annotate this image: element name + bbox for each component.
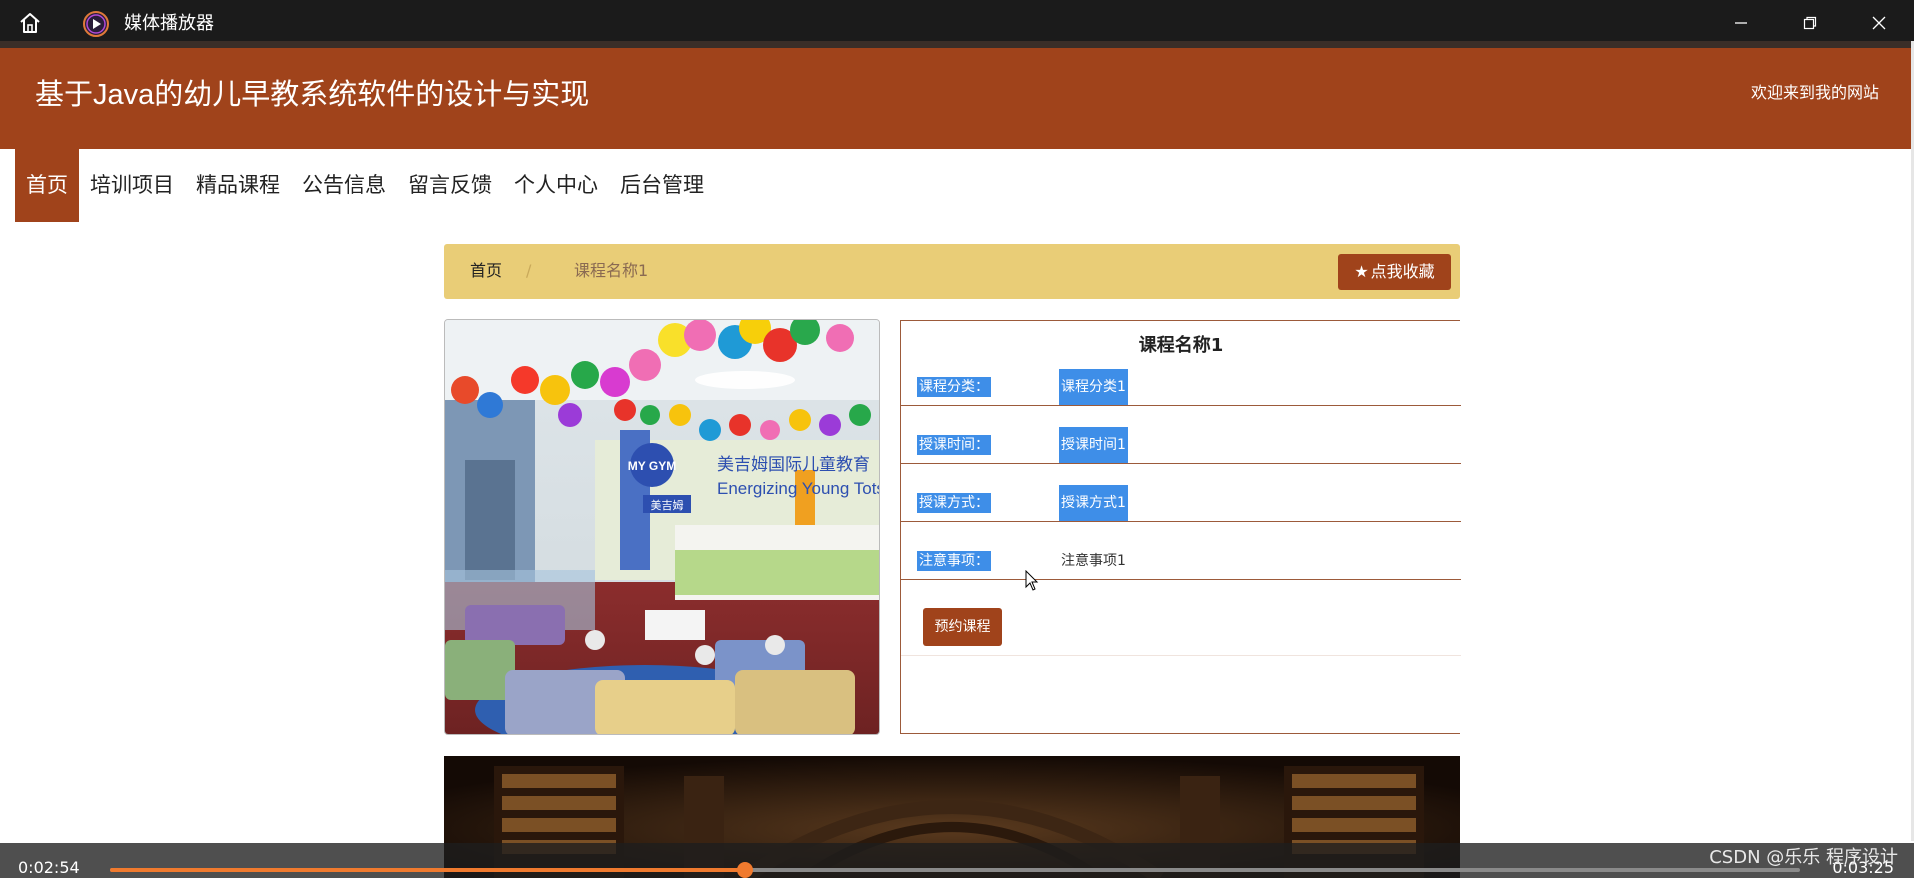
- close-button[interactable]: [1856, 6, 1902, 40]
- mouse-cursor-icon: [1025, 570, 1039, 591]
- site-title: 基于Java的幼儿早教系统软件的设计与实现: [35, 79, 590, 111]
- welcome-text: 欢迎来到我的网站: [1750, 83, 1879, 102]
- home-icon[interactable]: [16, 9, 44, 37]
- favorite-button-label: 点我收藏: [1370, 262, 1435, 281]
- image-brand-text: MY GYM: [628, 459, 676, 473]
- close-icon: [1872, 16, 1886, 30]
- breadcrumb: 首页 / 课程名称1 ★ 点我收藏: [444, 244, 1460, 299]
- nav-item-profile[interactable]: 个人中心: [503, 149, 609, 222]
- detail-row-notes: 注意事项： 注意事项1: [901, 522, 1461, 580]
- method-label: 授课方式：: [917, 493, 991, 513]
- time-value: 授课时间1: [1059, 427, 1128, 463]
- detail-row-time: 授课时间： 授课时间1: [901, 406, 1461, 464]
- site-header: 基于Java的幼儿早教系统软件的设计与实现 欢迎来到我的网站: [0, 48, 1911, 149]
- breadcrumb-current: 课程名称1: [574, 261, 649, 280]
- detail-row-method: 授课方式： 授课方式1: [901, 464, 1461, 522]
- method-value: 授课方式1: [1059, 485, 1128, 521]
- image-chinese-sign: 美吉姆国际儿童教育: [717, 455, 870, 475]
- breadcrumb-home-link[interactable]: 首页: [470, 259, 502, 283]
- course-detail-panel: 课程名称1 课程分类： 课程分类1 授课时间： 授课时间1 授课方式： 授课方式…: [900, 320, 1461, 734]
- player-title-bar: 媒体播放器: [0, 0, 1914, 41]
- seek-bar[interactable]: [110, 862, 1800, 878]
- current-time: 0:02:54: [18, 858, 80, 877]
- seek-bar-progress: [110, 868, 746, 872]
- minimize-button[interactable]: [1718, 6, 1764, 40]
- nav-item-admin[interactable]: 后台管理: [609, 149, 715, 222]
- image-desk-sign: 美吉姆: [651, 498, 684, 512]
- notes-value: 注意事项1: [1061, 553, 1126, 569]
- watermark-text: CSDN @乐乐 程序设计: [1709, 847, 1898, 868]
- notes-label: 注意事项：: [917, 551, 991, 571]
- time-label: 授课时间：: [917, 435, 991, 455]
- minimize-icon: [1735, 22, 1747, 24]
- category-label: 课程分类：: [917, 377, 991, 397]
- nav-item-training[interactable]: 培训项目: [79, 149, 185, 222]
- restore-icon: [1803, 16, 1817, 30]
- book-course-button[interactable]: 预约课程: [923, 608, 1002, 646]
- detail-row-category: 课程分类： 课程分类1: [901, 348, 1461, 406]
- title-bar-divider: [0, 41, 1914, 48]
- nav-item-courses[interactable]: 精品课程: [185, 149, 291, 222]
- restore-button[interactable]: [1787, 6, 1833, 40]
- breadcrumb-separator: /: [526, 261, 532, 280]
- nav-item-home[interactable]: 首页: [15, 149, 79, 222]
- nav-item-feedback[interactable]: 留言反馈: [397, 149, 503, 222]
- seek-bar-thumb[interactable]: [737, 862, 754, 878]
- category-value: 课程分类1: [1059, 369, 1128, 405]
- divider: [901, 655, 1461, 656]
- star-icon: ★: [1354, 262, 1369, 281]
- player-controls: 0:02:54 0:03:25 CSDN @乐乐 程序设计: [0, 843, 1914, 878]
- main-nav: 首页 培训项目 精品课程 公告信息 留言反馈 个人中心 后台管理: [15, 149, 715, 222]
- course-image: MY GYM 美吉姆国际儿童教育 Energizing Young Tots 美…: [444, 319, 880, 735]
- player-title: 媒体播放器: [124, 13, 214, 34]
- favorite-button[interactable]: ★ 点我收藏: [1338, 254, 1451, 290]
- media-player-icon: [82, 10, 110, 38]
- image-english-sign: Energizing Young Tots: [717, 479, 880, 498]
- nav-item-notices[interactable]: 公告信息: [291, 149, 397, 222]
